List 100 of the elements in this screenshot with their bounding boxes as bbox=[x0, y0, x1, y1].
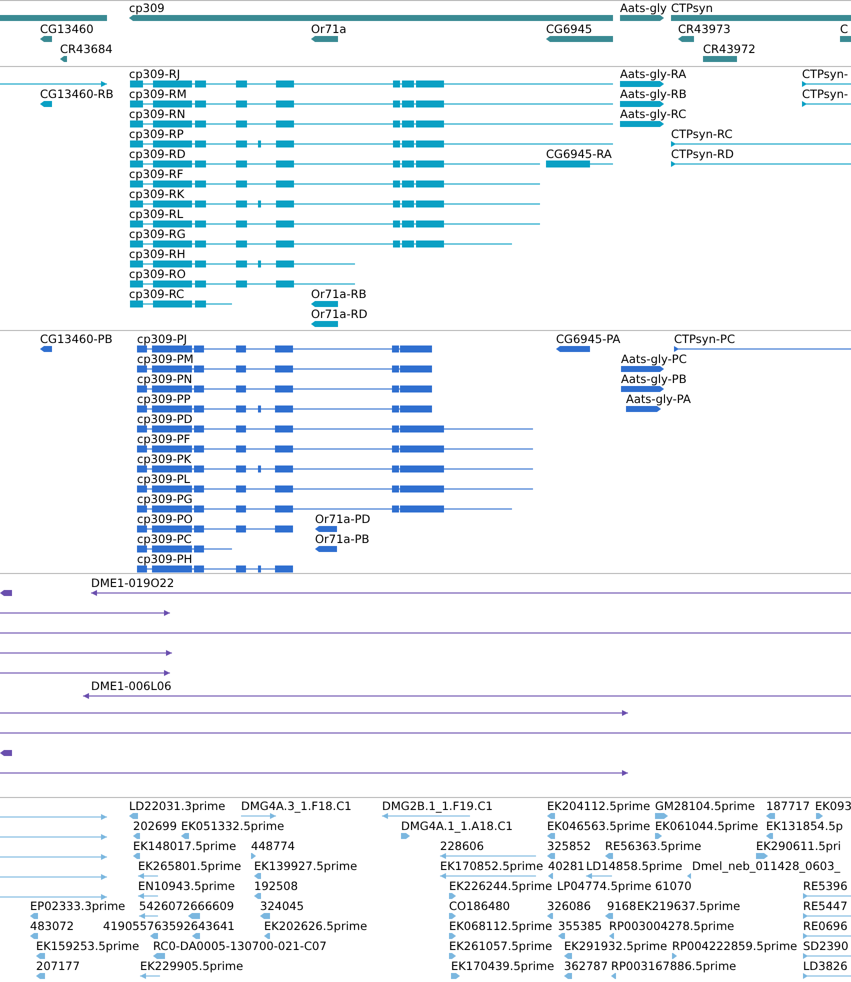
feature-line bbox=[803, 973, 851, 979]
feature-label: cp309-PC bbox=[137, 532, 192, 546]
feature-label: EK290611.5pri bbox=[756, 839, 841, 853]
feature-label: Or71a-PB bbox=[315, 532, 370, 546]
feature-label: cp309-PG bbox=[137, 492, 193, 506]
feature-label: EK051332.5prime bbox=[181, 819, 284, 833]
feature-label: EK265801.5prime bbox=[138, 859, 242, 873]
feature-label: EK261057.5prime bbox=[449, 939, 552, 953]
feature-label: CTPsyn-RD bbox=[671, 147, 734, 161]
feature-label: 355385 bbox=[558, 919, 602, 933]
feature-label: LD22031.3prime bbox=[129, 799, 226, 813]
feature-label: CG6945-PA bbox=[556, 332, 620, 346]
feature-label: 228606 bbox=[440, 839, 484, 853]
feature-label: Aats-gly-PA bbox=[626, 392, 691, 406]
feature-label: DME1-006L06 bbox=[91, 679, 172, 693]
feature-label: Dmel_neb_011428_0603_ bbox=[692, 859, 840, 873]
feature-label: 207177 bbox=[36, 959, 80, 973]
feature-label: 324045 bbox=[260, 899, 304, 913]
feature-label: CR43684 bbox=[60, 42, 113, 56]
feature-label: cp309-RK bbox=[129, 187, 184, 201]
feature-label: GM28104.5prime bbox=[655, 799, 755, 813]
feature-label: 61070 bbox=[655, 879, 692, 893]
feature-line bbox=[802, 81, 851, 87]
feature-line bbox=[803, 953, 851, 959]
feature-label: 362787 bbox=[564, 959, 608, 973]
feature-label: cp309 bbox=[129, 1, 165, 15]
feature-label: CTPsyn-PC bbox=[674, 332, 735, 346]
feature-label: CG13460 bbox=[40, 22, 94, 36]
feature-label: 202699 bbox=[133, 819, 177, 833]
feature-label: cp309-RL bbox=[129, 207, 184, 221]
feature-label: SD2390 bbox=[803, 939, 848, 953]
feature-label: EK068112.5prime bbox=[449, 919, 552, 933]
feature-label: Or71a-RD bbox=[311, 307, 368, 321]
feature-label: cp309-RO bbox=[129, 267, 186, 281]
feature-label: RC0-DA0005-130700-021-C07 bbox=[153, 939, 327, 953]
feature-label: EK170439.5prime bbox=[451, 959, 554, 973]
feature-label: LD14858.5prime bbox=[586, 859, 682, 873]
feature-label: cp309-PO bbox=[137, 512, 193, 526]
feature-label: cp309-PK bbox=[137, 452, 192, 466]
feature-line bbox=[803, 913, 851, 919]
feature-line bbox=[803, 893, 851, 899]
feature-label: cp309-PD bbox=[137, 412, 193, 426]
feature-line bbox=[138, 873, 158, 879]
feature-label: 419055763592643641 bbox=[103, 919, 235, 933]
feature-label: EK159253.5prime bbox=[36, 939, 140, 953]
feature-label: CG6945-RA bbox=[546, 147, 612, 161]
feature-label: 448774 bbox=[251, 839, 295, 853]
feature-label: RP004222859.5prime bbox=[672, 939, 798, 953]
feature-label: CG13460-RB bbox=[40, 87, 114, 101]
gene-model bbox=[546, 160, 613, 168]
feature-label: Or71a-PD bbox=[315, 512, 370, 526]
feature-label: RE0696 bbox=[803, 919, 848, 933]
feature-line bbox=[802, 101, 851, 107]
feature-line bbox=[140, 973, 160, 979]
feature-label: cp309-PJ bbox=[137, 332, 188, 346]
feature-label: cp309-RG bbox=[129, 227, 186, 241]
feature-label: CTPsyn-RC bbox=[671, 127, 732, 141]
feature-label: LP04774.5prime bbox=[557, 879, 652, 893]
feature-label: cp309-RJ bbox=[129, 67, 180, 81]
feature-label: EK131854.5p bbox=[766, 819, 843, 833]
feature-label: cp309-RH bbox=[129, 247, 186, 261]
feature-label: cp309-PH bbox=[137, 552, 192, 566]
feature-label: CG6945 bbox=[546, 22, 592, 36]
feature-label: RP003004278.5prime bbox=[609, 919, 734, 933]
feature-label: 192508 bbox=[254, 879, 298, 893]
feature-label: cp309-RM bbox=[129, 87, 187, 101]
feature-label: RP003167886.5prime bbox=[611, 959, 736, 973]
feature-label: 9168 bbox=[607, 899, 636, 913]
feature-label: 187717 bbox=[766, 799, 810, 813]
feature-label: cp309-PF bbox=[137, 432, 190, 446]
feature-label: cp309-RD bbox=[129, 147, 186, 161]
feature-label: EK061044.5prime bbox=[655, 819, 758, 833]
feature-label: DMG4A.1_1.A18.C1 bbox=[401, 819, 513, 833]
feature-label: 326086 bbox=[547, 899, 591, 913]
feature-label: 483072 bbox=[30, 919, 74, 933]
feature-label: Aats-gly-PC bbox=[621, 352, 687, 366]
feature-label: DMG2B.1_1.F19.C1 bbox=[382, 799, 493, 813]
feature-label: CR43973 bbox=[678, 22, 731, 36]
feature-label: EK093 bbox=[815, 799, 851, 813]
feature-label: EK148017.5prime bbox=[133, 839, 236, 853]
feature-label: cp309-PP bbox=[137, 392, 191, 406]
feature-label: EK226244.5prime bbox=[449, 879, 552, 893]
feature-label: DMG4A.3_1.F18.C1 bbox=[241, 799, 352, 813]
feature-label: CO186480 bbox=[449, 899, 510, 913]
feature-label: EK204112.5prime bbox=[547, 799, 650, 813]
feature-label: EK139927.5prime bbox=[254, 859, 358, 873]
feature-line bbox=[586, 873, 612, 879]
feature-label: EP02333.3prime bbox=[30, 899, 126, 913]
feature-line bbox=[138, 893, 158, 899]
feature-label: cp309-PN bbox=[137, 372, 192, 386]
feature-label: cp309-RF bbox=[129, 167, 184, 181]
feature-label: Aats-gly-RA bbox=[620, 67, 686, 81]
feature-label: cp309-PM bbox=[137, 352, 194, 366]
feature-label: Aats-gly-RB bbox=[620, 87, 687, 101]
feature-label: EK219637.5prime bbox=[637, 899, 740, 913]
feature-label: C bbox=[840, 22, 848, 36]
feature-label: 325852 bbox=[547, 839, 591, 853]
feature-label: Aats-gly-PB bbox=[621, 372, 687, 386]
feature-label: Aats-gly-RC bbox=[620, 107, 686, 121]
feature-line bbox=[139, 913, 158, 919]
